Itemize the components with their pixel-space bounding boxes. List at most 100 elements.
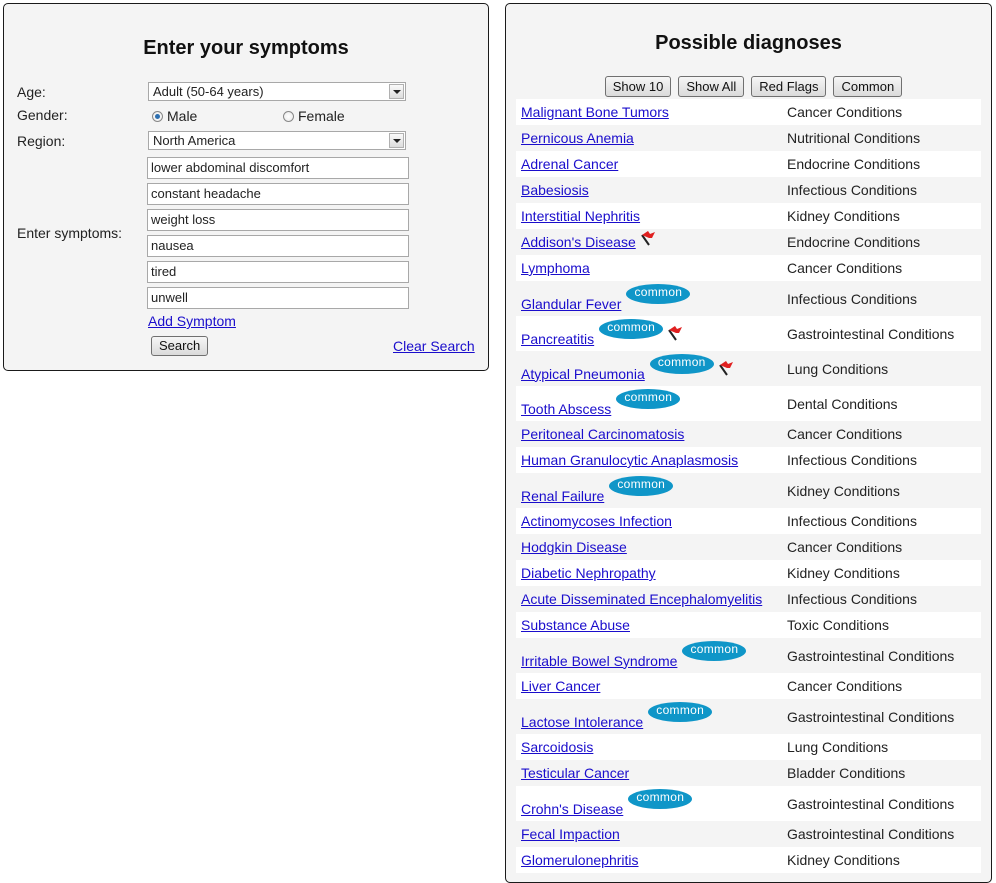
gender-radio-male[interactable]: Male	[152, 108, 197, 124]
symptom-input[interactable]: unwell	[147, 287, 409, 309]
diagnosis-link[interactable]: Glandular Fever	[521, 296, 621, 312]
symptom-input[interactable]: lower abdominal discomfort	[147, 157, 409, 179]
diagnosis-link[interactable]: Lactose Intolerance	[521, 714, 643, 730]
common-badge: common	[626, 283, 691, 304]
clear-search-link[interactable]: Clear Search	[393, 338, 475, 354]
age-select-value: Adult (50-64 years)	[153, 84, 264, 99]
diagnosis-link[interactable]: Actinomycoses Infection	[521, 513, 672, 529]
diagnosis-category: Dental Conditions	[787, 395, 898, 412]
diagnosis-link[interactable]: Testicular Cancer	[521, 765, 629, 781]
diagnosis-row: Pancreatitis common Gastrointestinal Condi…	[516, 316, 981, 351]
symptoms-label: Enter symptoms:	[17, 225, 123, 241]
diagnosis-category: Kidney Conditions	[787, 482, 900, 499]
diagnosis-link[interactable]: Renal Failure	[521, 488, 604, 504]
symptom-input[interactable]: constant headache	[147, 183, 409, 205]
diagnosis-link[interactable]: Glomerulonephritis	[521, 852, 639, 868]
diagnosis-link[interactable]: Peritoneal Carcinomatosis	[521, 426, 684, 442]
diagnosis-link[interactable]: Acute Disseminated Encephalomyelitis	[521, 591, 762, 607]
diagnosis-name-cell: Hodgkin Disease	[516, 539, 787, 555]
diagnosis-link[interactable]: Substance Abuse	[521, 617, 630, 633]
diagnosis-name-cell: Lactose Intolerance common	[516, 701, 787, 730]
diagnosis-name-cell: Addison's Disease	[516, 231, 787, 250]
region-select[interactable]: North America	[148, 131, 406, 150]
symptom-input[interactable]: nausea	[147, 235, 409, 257]
common-badge: common	[648, 701, 713, 722]
diagnosis-name-cell: Liver Cancer	[516, 678, 787, 694]
diagnosis-name-cell: Substance Abuse	[516, 617, 787, 633]
diagnosis-row: Irritable Bowel Syndrome common Gastrointe…	[516, 638, 981, 673]
diagnosis-link[interactable]: Atypical Pneumonia	[521, 366, 645, 382]
gender-label: Gender:	[17, 107, 68, 123]
radio-selected-icon[interactable]	[152, 110, 163, 122]
diagnosis-name-cell: Sarcoidosis	[516, 739, 787, 755]
symptom-form-title: Enter your symptoms	[143, 37, 349, 59]
diagnosis-row: Substance Abuse Toxic Conditions	[516, 612, 981, 638]
diagnosis-link[interactable]: Crohn's Disease	[521, 801, 623, 817]
common-badge: common	[599, 318, 664, 339]
diagnosis-link[interactable]: Malignant Bone Tumors	[521, 104, 669, 120]
symptom-input[interactable]: weight loss	[147, 209, 409, 231]
diagnosis-category: Gastrointestinal Conditions	[787, 325, 955, 342]
chevron-down-icon[interactable]	[389, 133, 404, 148]
diagnosis-link[interactable]: Human Granulocytic Anaplasmosis	[521, 452, 738, 468]
symptom-input[interactable]: tired	[147, 261, 409, 283]
add-symptom-link[interactable]: Add Symptom	[148, 313, 236, 329]
diagnosis-name-cell: Human Granulocytic Anaplasmosis	[516, 452, 787, 468]
diagnosis-category: Bladder Conditions	[787, 765, 906, 781]
radio-unselected-icon[interactable]	[283, 110, 294, 122]
common-badge: common	[682, 640, 747, 661]
red-flag-icon	[667, 325, 683, 341]
diagnosis-row: Adrenal Cancer Endocrine Conditions	[516, 151, 981, 177]
diagnosis-category: Cancer Conditions	[787, 104, 903, 120]
show-all-button[interactable]: Show All	[678, 76, 745, 97]
diagnosis-category: Infectious Conditions	[787, 290, 917, 307]
diagnosis-row: Fecal Impaction Gastrointestinal Conditio…	[516, 821, 981, 847]
diagnosis-row: Glandular Fever common Infectious Conditio…	[516, 281, 981, 316]
diagnosis-link[interactable]: Pancreatitis	[521, 331, 594, 347]
red-flags-button[interactable]: Red Flags	[751, 76, 827, 97]
diagnosis-link[interactable]: Adrenal Cancer	[521, 156, 618, 172]
diagnosis-link[interactable]: Lymphoma	[521, 260, 590, 276]
diagnosis-name-cell: Lymphoma	[516, 260, 787, 276]
gender-radio-female[interactable]: Female	[283, 108, 345, 124]
diagnosis-category: Gastrointestinal Conditions	[787, 647, 955, 664]
diagnosis-name-cell: Renal Failure common	[516, 475, 787, 504]
diagnosis-link[interactable]: Liver Cancer	[521, 678, 600, 694]
diagnosis-name-cell: Irritable Bowel Syndrome common	[516, 640, 787, 669]
diagnosis-link[interactable]: Pernicous Anemia	[521, 130, 634, 146]
region-label: Region:	[17, 133, 66, 149]
diagnosis-row: Hodgkin Disease Cancer Conditions	[516, 534, 981, 560]
diagnosis-category: Gastrointestinal Conditions	[787, 708, 955, 725]
diagnoses-title: Possible diagnoses	[655, 32, 842, 54]
show-10-button[interactable]: Show 10	[604, 76, 672, 97]
red-flag-icon	[640, 230, 656, 246]
common-badge: common	[649, 353, 714, 374]
diagnosis-link[interactable]: Irritable Bowel Syndrome	[521, 653, 677, 669]
diagnosis-link[interactable]: Hodgkin Disease	[521, 539, 627, 555]
diagnosis-category: Kidney Conditions	[787, 852, 900, 868]
diagnosis-category: Endocrine Conditions	[787, 156, 921, 172]
diagnosis-row: Crohn's Disease common Gastrointestinal Co…	[516, 786, 981, 821]
diagnosis-row: Malignant Bone Tumors Cancer Conditions	[516, 99, 981, 125]
diagnosis-link[interactable]: Addison's Disease	[521, 234, 636, 250]
age-select[interactable]: Adult (50-64 years)	[148, 82, 406, 101]
diagnosis-link[interactable]: Interstitial Nephritis	[521, 208, 640, 224]
red-flag-icon	[718, 360, 734, 376]
diagnosis-link[interactable]: Sarcoidosis	[521, 739, 593, 755]
search-button[interactable]: Search	[151, 336, 209, 356]
gender-option-label: Male	[167, 108, 198, 124]
diagnosis-name-cell: Interstitial Nephritis	[516, 208, 787, 224]
diagnosis-link[interactable]: Diabetic Nephropathy	[521, 565, 656, 581]
diagnosis-name-cell: Adrenal Cancer	[516, 156, 787, 172]
chevron-down-icon[interactable]	[389, 84, 404, 99]
diagnosis-name-cell: Diabetic Nephropathy	[516, 565, 787, 581]
diagnosis-category: Lung Conditions	[787, 360, 889, 377]
common-button[interactable]: Common	[833, 76, 903, 97]
diagnosis-link[interactable]: Babesiosis	[521, 182, 589, 198]
diagnosis-row: Tooth Abscess common Dental Conditions	[516, 386, 981, 421]
diagnosis-link[interactable]: Tooth Abscess	[521, 401, 611, 417]
diagnosis-row: Renal Failure common Kidney Conditions	[516, 473, 981, 508]
diagnosis-name-cell: Fecal Impaction	[516, 826, 787, 842]
gender-option-label: Female	[298, 108, 345, 124]
diagnosis-link[interactable]: Fecal Impaction	[521, 826, 620, 842]
